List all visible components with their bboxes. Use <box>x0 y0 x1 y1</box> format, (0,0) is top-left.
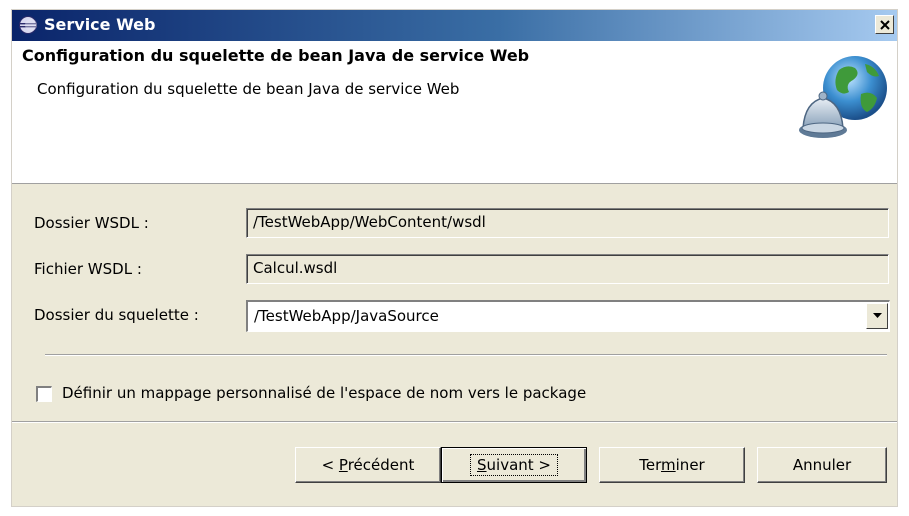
eclipse-icon <box>19 16 37 34</box>
dialog-window: Service Web Configuration du squelette d… <box>11 9 898 507</box>
chevron-down-icon <box>872 313 882 318</box>
back-label: < Précédent <box>321 456 415 474</box>
skeleton-folder-label: Dossier du squelette : <box>34 306 199 324</box>
skeleton-folder-select[interactable]: /TestWebApp/JavaSource <box>246 300 890 332</box>
wsdl-file-field: Calcul.wsdl <box>246 254 889 284</box>
custom-mapping-label[interactable]: Définir un mappage personnalisé de l'esp… <box>62 384 586 402</box>
next-button[interactable]: Suivant > <box>441 447 587 483</box>
form-separator <box>45 354 887 356</box>
cancel-label: Annuler <box>792 456 852 474</box>
close-icon <box>879 19 890 30</box>
title-bar[interactable]: Service Web <box>12 10 897 41</box>
window-title: Service Web <box>44 15 156 34</box>
skeleton-folder-value: /TestWebApp/JavaSource <box>254 307 439 325</box>
page-description: Configuration du squelette de bean Java … <box>37 80 460 98</box>
wsdl-file-label: Fichier WSDL : <box>34 260 142 278</box>
wizard-banner: Configuration du squelette de bean Java … <box>12 41 897 184</box>
button-bar-separator <box>12 421 897 423</box>
next-label: Suivant > <box>470 454 558 476</box>
globe-bell-icon <box>799 56 887 138</box>
page-title: Configuration du squelette de bean Java … <box>22 46 530 65</box>
back-button[interactable]: < Précédent <box>295 447 441 483</box>
wsdl-folder-label: Dossier WSDL : <box>34 214 149 232</box>
finish-button[interactable]: Terminer <box>599 447 745 483</box>
wsdl-folder-field: /TestWebApp/WebContent/wsdl <box>246 208 889 238</box>
dropdown-button[interactable] <box>866 303 888 329</box>
finish-label: Terminer <box>639 456 705 474</box>
custom-mapping-checkbox[interactable] <box>36 386 52 402</box>
close-button[interactable] <box>875 15 894 34</box>
cancel-button[interactable]: Annuler <box>757 447 887 483</box>
